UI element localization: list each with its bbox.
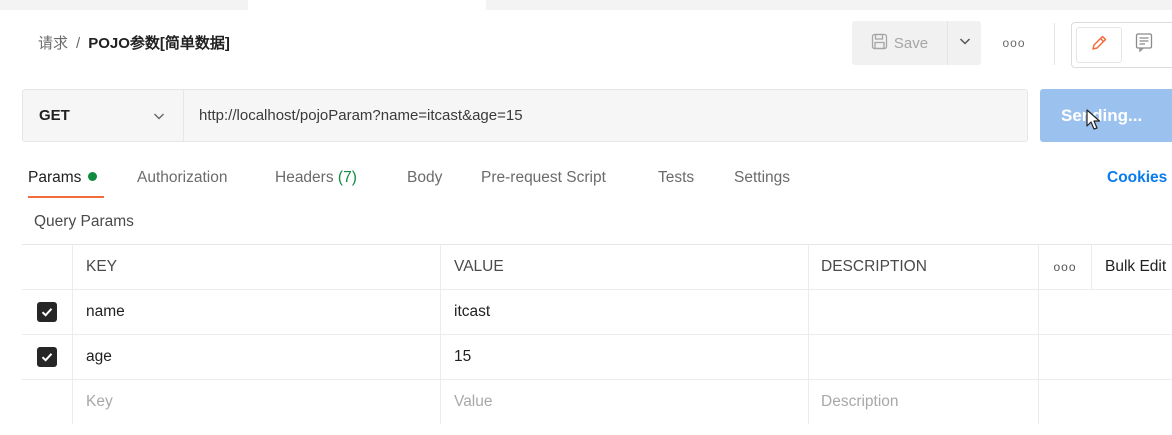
active-tab-gap xyxy=(248,0,486,10)
table-row: name itcast xyxy=(22,290,1172,335)
request-tabs: Params Authorization Headers (7) Body Pr… xyxy=(0,162,1172,202)
mouse-pointer-icon xyxy=(1086,109,1102,131)
save-label: Save xyxy=(893,34,929,52)
row-spacer xyxy=(1092,380,1172,424)
checkbox-column-header xyxy=(22,245,73,289)
column-options-button[interactable]: ooo xyxy=(1039,245,1092,289)
edit-mode-button[interactable] xyxy=(1076,27,1122,63)
row-checkbox-cell xyxy=(22,380,73,424)
new-description-input[interactable]: Description xyxy=(809,380,1039,424)
headers-count: (7) xyxy=(337,169,357,186)
pencil-icon xyxy=(1089,33,1109,58)
save-button[interactable]: Save xyxy=(852,21,947,65)
row-spacer xyxy=(1039,290,1092,334)
tab-tests[interactable]: Tests xyxy=(658,166,694,190)
query-params-title: Query Params xyxy=(34,213,134,230)
more-horizontal-icon: ooo xyxy=(1053,260,1077,274)
row-spacer xyxy=(1039,335,1092,379)
row-spacer xyxy=(1039,380,1092,424)
table-row: age 15 xyxy=(22,335,1172,380)
tab-body[interactable]: Body xyxy=(407,166,442,190)
breadcrumb-parent[interactable]: 请求 xyxy=(38,35,68,52)
chevron-down-icon xyxy=(958,34,972,53)
param-key[interactable]: name xyxy=(73,290,441,334)
request-title[interactable]: POJO参数[简单数据] xyxy=(88,35,230,52)
tab-authorization[interactable]: Authorization xyxy=(137,166,227,190)
checkmark-icon xyxy=(41,308,53,317)
tab-label: Headers xyxy=(275,169,334,186)
checkbox-checked[interactable] xyxy=(37,302,57,322)
bulk-edit-label: Bulk Edit xyxy=(1105,258,1167,275)
param-description[interactable] xyxy=(809,335,1039,379)
param-description[interactable] xyxy=(809,290,1039,334)
query-params-table: KEY VALUE DESCRIPTION ooo Bulk Edit name… xyxy=(22,244,1172,435)
send-button[interactable]: Sending... xyxy=(1040,89,1172,142)
toolbar-divider xyxy=(1054,23,1055,65)
breadcrumb-separator: / xyxy=(76,35,81,52)
param-value[interactable]: itcast xyxy=(441,290,809,334)
tab-headers[interactable]: Headers (7) xyxy=(275,166,357,190)
row-spacer xyxy=(1092,290,1172,334)
new-key-input[interactable]: Key xyxy=(73,380,441,424)
column-header-key: KEY xyxy=(73,245,441,289)
tab-settings[interactable]: Settings xyxy=(734,166,790,190)
request-url-bar: GET xyxy=(22,89,1028,142)
param-key[interactable]: age xyxy=(73,335,441,379)
method-select[interactable]: GET xyxy=(23,90,183,141)
active-tab-underline xyxy=(28,196,104,198)
chevron-down-icon xyxy=(151,108,167,124)
more-options-button[interactable]: ooo xyxy=(1000,30,1028,56)
tab-params[interactable]: Params xyxy=(28,166,98,190)
breadcrumb: 请求 / POJO参数[简单数据] xyxy=(38,32,230,56)
params-active-dot-icon xyxy=(88,172,98,181)
row-checkbox-cell xyxy=(22,335,73,379)
request-editor: 请求 / POJO参数[简单数据] Save ooo GET http://lo… xyxy=(0,0,1172,435)
view-mode-toggle xyxy=(1071,22,1172,68)
table-row-new: Key Value Description xyxy=(22,380,1172,425)
row-checkbox-cell xyxy=(22,290,73,334)
column-header-description: DESCRIPTION xyxy=(809,245,1039,289)
param-value[interactable]: 15 xyxy=(441,335,809,379)
save-button-group: Save xyxy=(852,21,981,65)
bulk-edit-button[interactable]: Bulk Edit xyxy=(1092,245,1172,289)
checkbox-checked[interactable] xyxy=(37,347,57,367)
cookies-link[interactable]: Cookies xyxy=(1107,166,1167,190)
column-header-value: VALUE xyxy=(441,245,809,289)
save-icon xyxy=(871,33,888,54)
document-icon xyxy=(1135,32,1153,57)
documentation-button[interactable] xyxy=(1130,29,1158,59)
save-options-button[interactable] xyxy=(948,21,981,65)
row-spacer xyxy=(1092,335,1172,379)
new-value-input[interactable]: Value xyxy=(441,380,809,424)
checkmark-icon xyxy=(41,353,53,362)
table-header-row: KEY VALUE DESCRIPTION ooo Bulk Edit xyxy=(22,245,1172,290)
url-input[interactable] xyxy=(184,90,1026,141)
top-strip xyxy=(0,0,1172,10)
tab-pre-request-script[interactable]: Pre-request Script xyxy=(481,166,606,190)
tab-label: Params xyxy=(28,169,82,186)
method-label: GET xyxy=(39,107,70,124)
